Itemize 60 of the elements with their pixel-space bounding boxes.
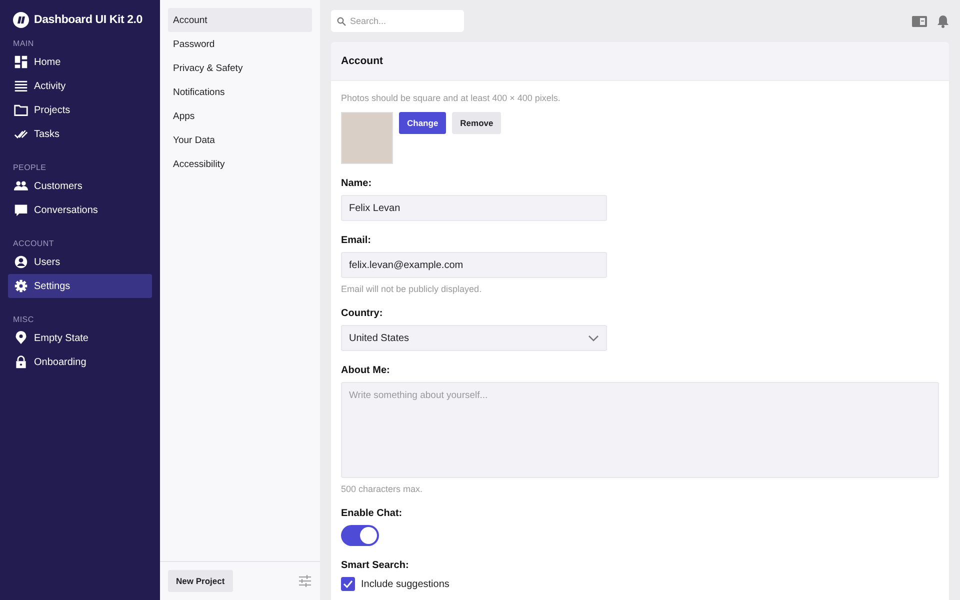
sidebar-item[interactable]: Conversations [8, 198, 152, 222]
field-label: Smart Search: [341, 560, 410, 571]
folder-icon [14, 103, 28, 117]
gear-icon [14, 279, 28, 293]
settings-nav-item[interactable]: Accessibility [168, 152, 312, 176]
settings-nav-item[interactable]: Privacy & Safety [168, 56, 312, 80]
field-label: Name: [341, 178, 373, 189]
section-heading: PEOPLE [12, 162, 48, 174]
photo-button[interactable]: Change [399, 112, 446, 134]
sidebar-item[interactable]: Activity [8, 74, 152, 98]
settings-nav-item[interactable]: Notifications [168, 80, 312, 104]
field-label: Email: [341, 235, 372, 246]
checkbox[interactable] [341, 577, 355, 591]
location-pin-icon [14, 331, 28, 345]
text-field[interactable]: felix.levan@example.com [341, 252, 607, 278]
sidebar-item[interactable]: Home [8, 50, 152, 74]
sidebar-item[interactable]: Onboarding [8, 350, 152, 374]
sliders-icon[interactable] [298, 575, 312, 587]
photo-hint: Photos should be square and at least 400 × 400 pixels. [341, 93, 562, 103]
section-heading: ACCOUNT [12, 238, 55, 250]
field-label: Enable Chat: [341, 508, 404, 519]
panel-icon[interactable] [912, 16, 927, 26]
chevron-down-icon [588, 334, 599, 342]
toggle-switch[interactable] [341, 525, 379, 546]
sidebar-item[interactable]: Empty State [8, 326, 152, 350]
settings-nav-item[interactable]: Your Data [168, 128, 312, 152]
lock-icon [14, 355, 28, 369]
new-project-button[interactable]: New Project [168, 570, 233, 592]
sidebar-item[interactable]: Users [8, 250, 152, 274]
user-icon [14, 255, 28, 269]
search-field[interactable]: Search... [331, 10, 464, 32]
dashboard-icon [14, 55, 28, 69]
logo-icon [13, 12, 29, 28]
section-heading: MAIN [12, 38, 35, 50]
field-label: Country: [341, 308, 384, 319]
section-heading: MISC [12, 314, 35, 326]
settings-nav-item[interactable]: Account [168, 8, 312, 32]
field-hint: Email will not be publicly displayed. [341, 284, 483, 294]
settings-nav-item[interactable]: Apps [168, 104, 312, 128]
checkbox-label: Include suggestions [361, 578, 450, 590]
list-icon [14, 79, 28, 93]
brand-name: Dashboard UI Kit 2.0 [34, 14, 142, 26]
notifications-icon[interactable] [937, 14, 949, 28]
text-field[interactable]: Felix Levan [341, 195, 607, 221]
photo-placeholder [341, 112, 393, 164]
sidebar-item[interactable]: Settings [8, 274, 152, 298]
settings-nav-item[interactable]: Password [168, 32, 312, 56]
chat-icon [14, 203, 28, 217]
photo-button[interactable]: Remove [452, 112, 502, 134]
field-hint: 500 characters max. [341, 484, 424, 494]
checkmarks-icon [14, 127, 28, 141]
field-label: About Me: [341, 365, 391, 376]
card-title: Account [341, 55, 383, 67]
sidebar-item[interactable]: Tasks [8, 122, 152, 146]
sidebar-item[interactable]: Projects [8, 98, 152, 122]
search-icon [337, 16, 346, 26]
about-me-field[interactable]: Write something about yourself... [341, 382, 939, 478]
country-dropdown[interactable]: United States [341, 325, 607, 351]
people-icon [14, 179, 28, 193]
sidebar-item[interactable]: Customers [8, 174, 152, 198]
